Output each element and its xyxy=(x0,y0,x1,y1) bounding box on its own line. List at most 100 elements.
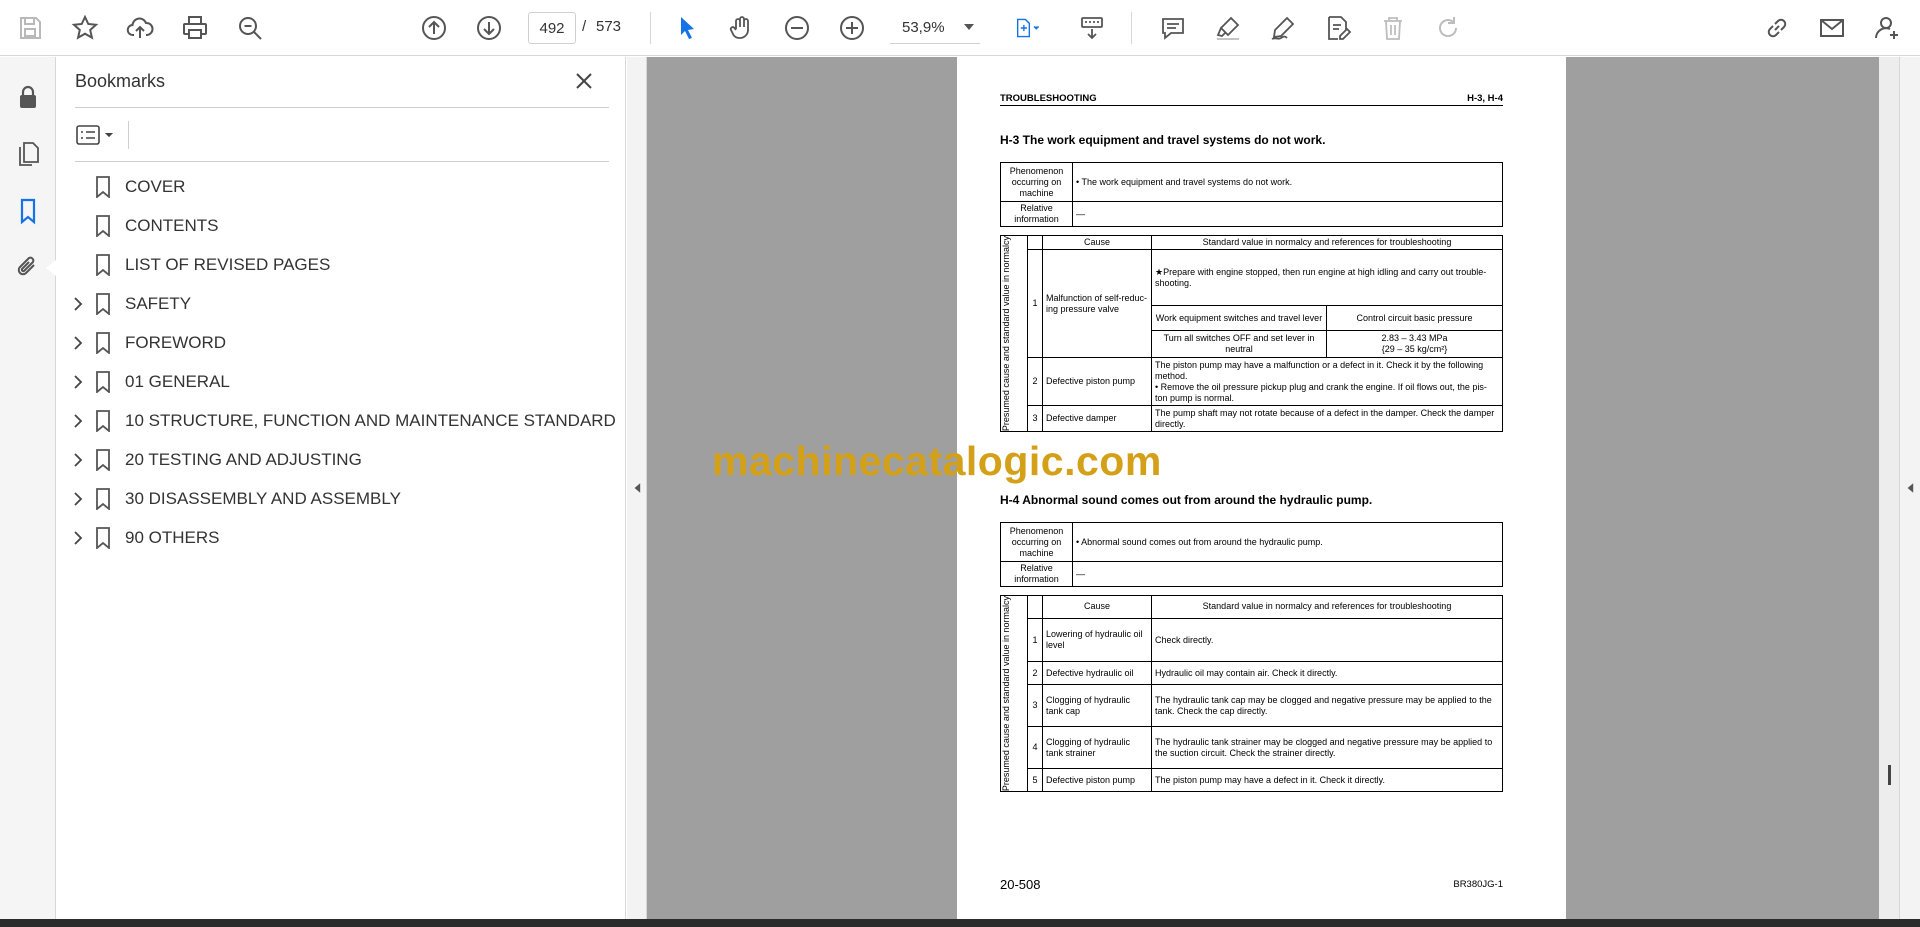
chevron-right-icon[interactable] xyxy=(70,335,86,351)
bookmark-icon xyxy=(96,527,110,549)
bookmark-item[interactable]: 90 OTHERS xyxy=(56,518,626,557)
zoom-level-value: 53,9% xyxy=(902,19,945,36)
row-number: 4 xyxy=(1027,726,1043,770)
select-cursor-icon[interactable] xyxy=(667,8,707,48)
collapse-left-panel-button[interactable] xyxy=(627,57,647,919)
bookmark-item[interactable]: 20 TESTING AND ADJUSTING xyxy=(56,440,626,479)
page-thumbnails-icon[interactable] xyxy=(8,134,48,174)
row-text: Hydraulic oil may contain air. Check it … xyxy=(1151,661,1503,686)
bookmark-icon xyxy=(96,293,110,315)
add-user-icon[interactable] xyxy=(1867,8,1907,48)
chevron-right-icon[interactable] xyxy=(70,491,86,507)
hand-tool-icon[interactable] xyxy=(722,8,762,48)
chevron-right-icon[interactable] xyxy=(70,374,86,390)
row-cause: Malfunction of self-reduc-ing pressure v… xyxy=(1042,248,1152,359)
row-cause: Defective hydraulic oil xyxy=(1042,661,1152,686)
next-page-icon[interactable] xyxy=(469,8,509,48)
chevron-right-icon[interactable] xyxy=(70,413,86,429)
bookmark-label: 20 TESTING AND ADJUSTING xyxy=(125,450,362,469)
bookmark-icon xyxy=(96,215,110,237)
panel-divider xyxy=(75,161,609,162)
panel-title: Bookmarks xyxy=(75,71,166,91)
phenomenon-label: Phenomenon occurring on machine xyxy=(1000,522,1073,562)
print-icon[interactable] xyxy=(175,8,215,48)
redo-icon[interactable] xyxy=(1428,8,1468,48)
share-link-icon[interactable] xyxy=(1757,8,1797,48)
bookmark-item[interactable]: LIST OF REVISED PAGES xyxy=(56,245,626,284)
highlighter-icon[interactable] xyxy=(1208,8,1248,48)
cause-header: Cause xyxy=(1042,235,1152,250)
bookmark-icon xyxy=(96,332,110,354)
chevron-left-icon xyxy=(1907,483,1914,493)
bookmark-label: CONTENTS xyxy=(125,216,219,235)
standard-header: Standard value in normalcy and reference… xyxy=(1151,595,1503,619)
model-code: BR380JG-1 xyxy=(1453,879,1503,890)
bookmark-options-button[interactable] xyxy=(75,119,121,151)
bookmark-icon xyxy=(96,449,110,471)
page-fit-icon[interactable] xyxy=(1002,8,1052,48)
bookmark-item[interactable]: FOREWORD xyxy=(56,323,626,362)
active-panel-pointer xyxy=(46,260,56,276)
total-pages: 573 xyxy=(596,18,622,35)
star-icon[interactable] xyxy=(65,8,105,48)
page-separator: / xyxy=(582,18,587,35)
bookmark-panel-icon[interactable] xyxy=(8,191,48,231)
edit-pdf-icon[interactable] xyxy=(1318,8,1358,48)
save-icon[interactable] xyxy=(10,8,50,48)
comment-icon[interactable] xyxy=(1153,8,1193,48)
row-cause: Lowering of hydraulic oil level xyxy=(1042,617,1152,663)
bookmark-list: COVER CONTENTS LIST OF REVISED PAGES SAFETY… xyxy=(56,167,626,557)
bookmark-label: 01 GENERAL xyxy=(125,372,230,391)
sub-value: 2.83 – 3.43 MPa {29 – 35 kg/cm²} xyxy=(1326,330,1503,359)
row-number: 3 xyxy=(1027,405,1043,433)
row-cause: Defective piston pump xyxy=(1042,768,1152,793)
upload-cloud-icon[interactable] xyxy=(120,8,160,48)
sub-value: Turn all switches OFF and set lever in n… xyxy=(1151,330,1327,359)
bookmark-item[interactable]: 30 DISASSEMBLY AND ASSEMBLY xyxy=(56,479,626,518)
attachment-icon[interactable] xyxy=(8,247,48,287)
chevron-left-icon xyxy=(634,483,640,493)
chevron-down-icon[interactable] xyxy=(964,24,974,30)
bookmark-label: COVER xyxy=(125,177,186,196)
main-toolbar: / 573 53,9% xyxy=(0,0,1920,56)
bookmark-icon xyxy=(96,410,110,432)
delete-icon[interactable] xyxy=(1373,8,1413,48)
bookmark-label: LIST OF REVISED PAGES xyxy=(125,255,331,274)
email-icon[interactable] xyxy=(1812,8,1852,48)
lock-icon[interactable] xyxy=(8,77,48,117)
sub-header: Work equipment switches and travel lever xyxy=(1151,305,1327,332)
row-number: 3 xyxy=(1027,684,1043,728)
draw-pen-icon[interactable] xyxy=(1263,8,1303,48)
chevron-right-icon[interactable] xyxy=(70,296,86,312)
h3-title: H-3 The work equipment and travel system… xyxy=(1000,133,1326,147)
bookmark-item[interactable]: 01 GENERAL xyxy=(56,362,626,401)
bookmark-icon xyxy=(96,176,110,198)
scrollbar-thumb[interactable] xyxy=(1888,765,1891,785)
bookmark-item[interactable]: COVER xyxy=(56,167,626,206)
relative-text: — xyxy=(1072,561,1503,587)
panel-divider xyxy=(75,107,609,108)
chevron-right-icon[interactable] xyxy=(70,530,86,546)
row-text: The pump shaft may not rotate because of… xyxy=(1151,405,1503,433)
zoom-in-icon[interactable] xyxy=(832,8,872,48)
bookmark-item[interactable]: SAFETY xyxy=(56,284,626,323)
watermark-text: machinecatalogic.com xyxy=(712,438,1162,484)
zoom-out-icon[interactable] xyxy=(777,8,817,48)
close-icon[interactable] xyxy=(570,67,598,95)
number-header xyxy=(1027,235,1043,250)
bookmark-item[interactable]: CONTENTS xyxy=(56,206,626,245)
collapse-right-panel-button[interactable] xyxy=(1899,57,1920,919)
bookmark-item[interactable]: 10 STRUCTURE, FUNCTION AND MAINTENANCE S… xyxy=(56,401,626,440)
h4-title: H-4 Abnormal sound comes out from around… xyxy=(1000,493,1373,507)
search-zoom-icon[interactable] xyxy=(230,8,270,48)
h3-cause-table: Presumed cause and standard value in nor… xyxy=(1000,234,1503,433)
row-note: ★Prepare with engine stopped, then run e… xyxy=(1151,248,1503,307)
page-number-input[interactable] xyxy=(528,12,576,44)
row-cause: Defective piston pump xyxy=(1042,357,1152,407)
row-cause: Clogging of hydraulic tank cap xyxy=(1042,684,1152,728)
previous-page-icon[interactable] xyxy=(414,8,454,48)
scroll-mode-icon[interactable] xyxy=(1072,8,1112,48)
bookmark-label: FOREWORD xyxy=(125,333,227,352)
chevron-right-icon[interactable] xyxy=(70,452,86,468)
vertical-scrollbar[interactable] xyxy=(1879,57,1899,919)
